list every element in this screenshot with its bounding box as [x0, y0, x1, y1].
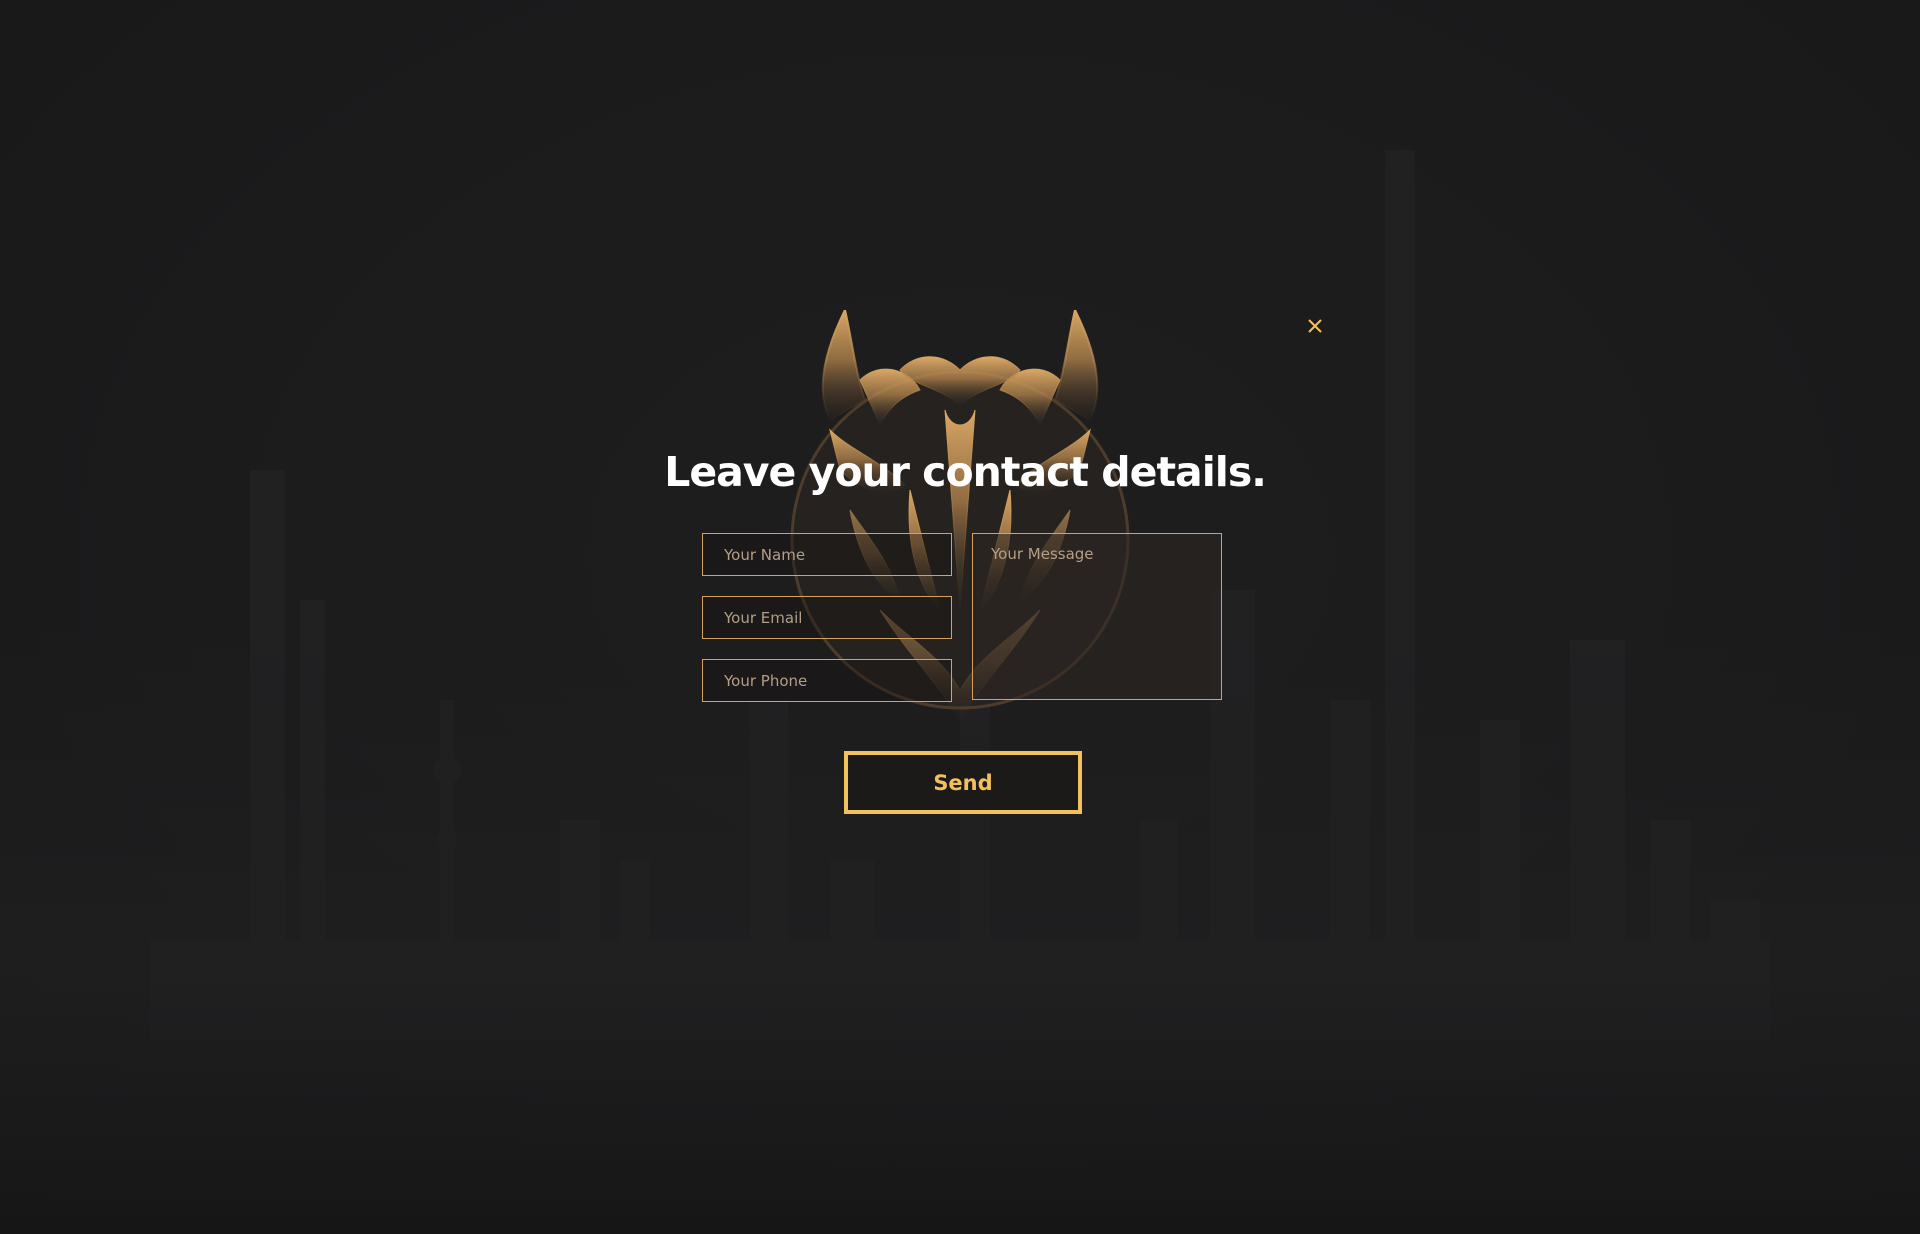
close-icon[interactable] [1300, 311, 1330, 341]
message-field[interactable] [972, 533, 1222, 700]
name-field[interactable] [702, 533, 952, 576]
phone-field[interactable] [702, 659, 952, 702]
contact-modal-overlay: Leave your contact details. Send [0, 0, 1920, 1234]
dialog-title: Leave your contact details. [664, 448, 1267, 496]
send-button[interactable]: Send [844, 751, 1082, 814]
email-field[interactable] [702, 596, 952, 639]
